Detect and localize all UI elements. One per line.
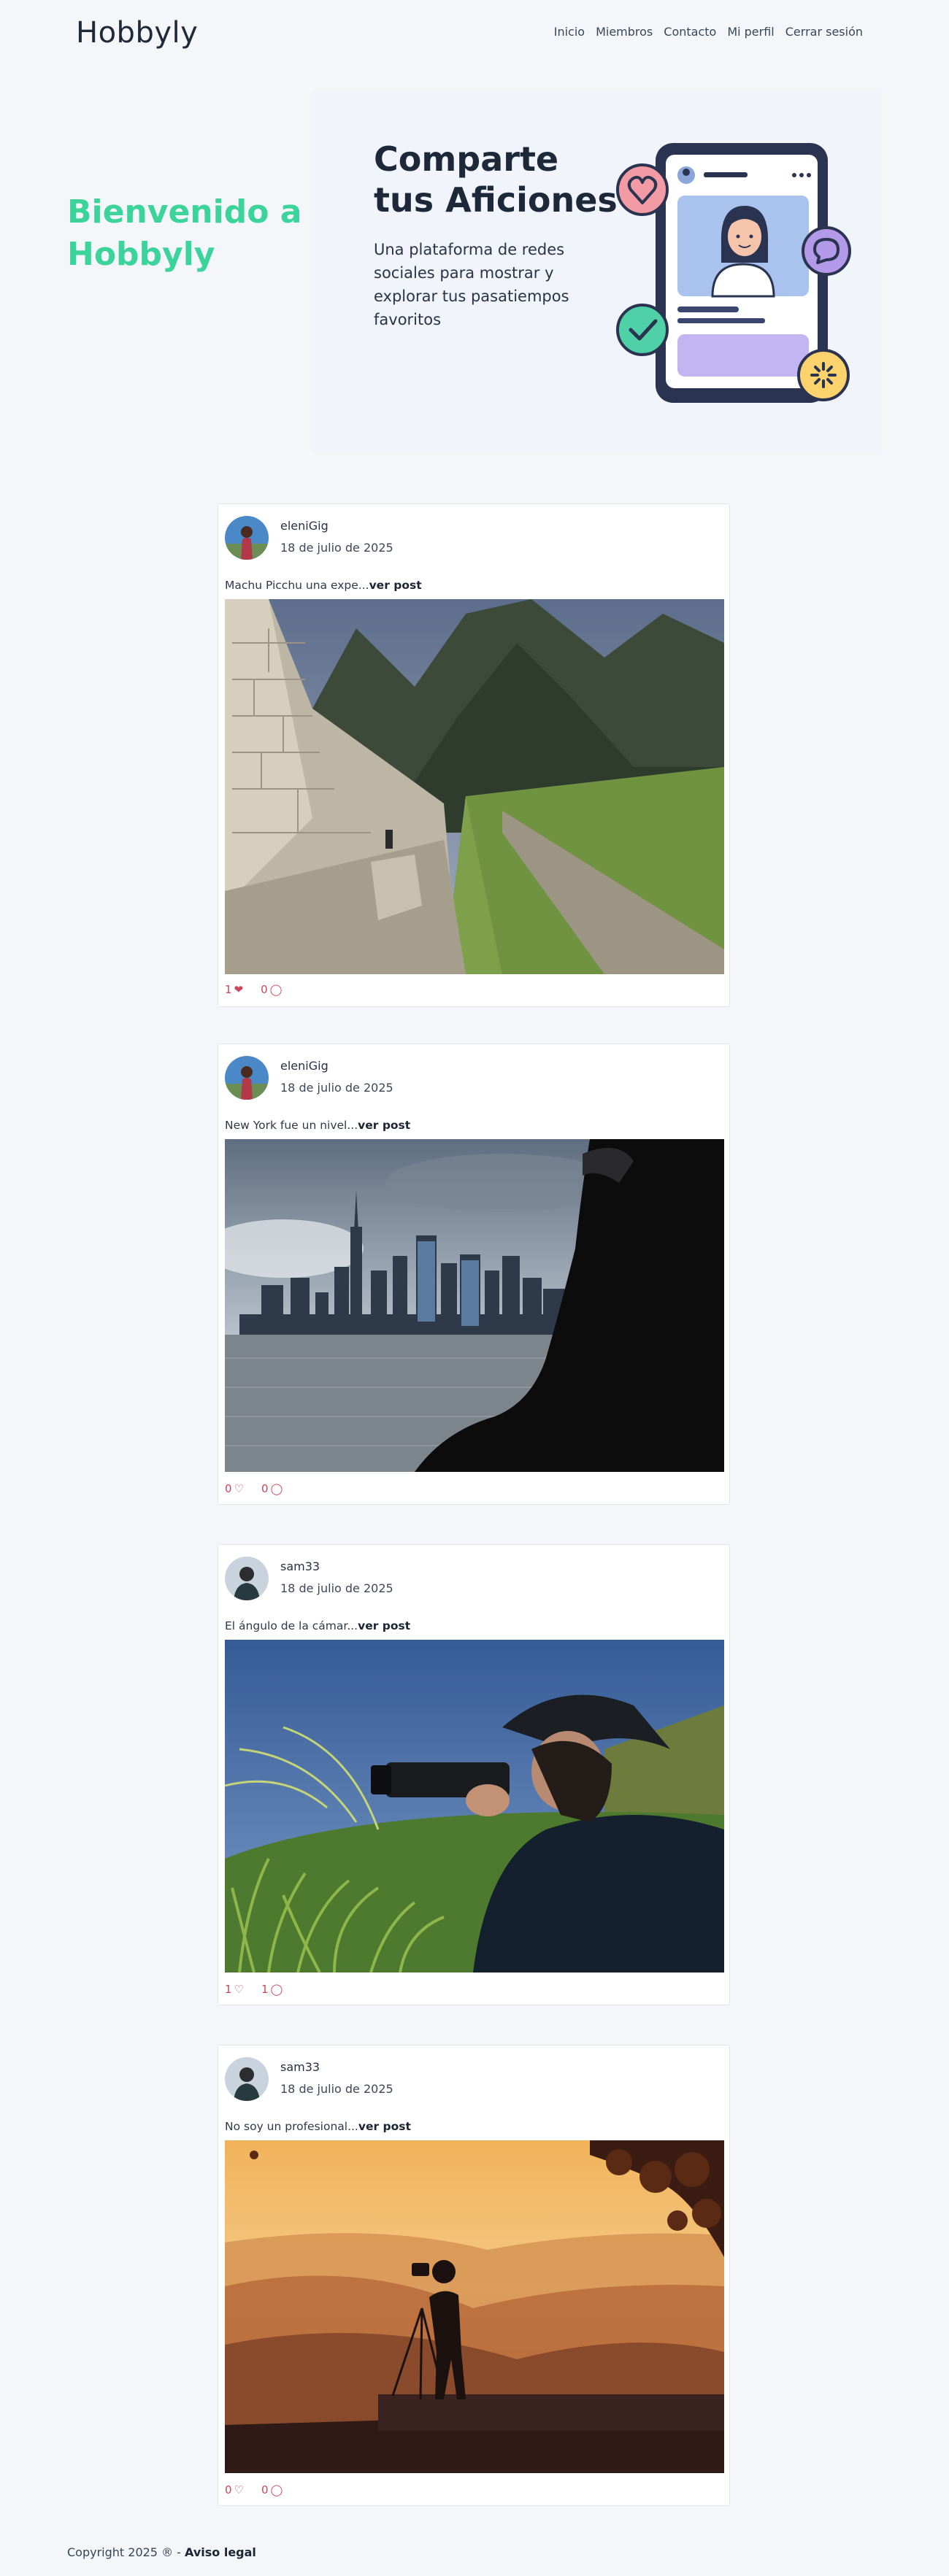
heart-outline-icon: ♡ — [234, 1983, 244, 1996]
welcome-heading: Bienvenido a Hobbyly — [67, 193, 302, 273]
post-stats: 0 ♡ 0 ◯ — [225, 2483, 283, 2496]
post-date: 18 de julio de 2025 — [280, 1081, 393, 1095]
post-stats: 1 ❤ 0 ◯ — [225, 983, 282, 996]
avatar[interactable] — [225, 516, 269, 560]
comment-icon: ◯ — [269, 983, 283, 996]
avatar[interactable] — [225, 1056, 269, 1100]
caption-text: New York fue un nivel... — [225, 1119, 358, 1132]
post-date: 18 de julio de 2025 — [280, 2082, 393, 2096]
copyright-text: Copyright 2025 ® - — [67, 2545, 185, 2559]
site-logo[interactable]: Hobbyly — [76, 16, 198, 50]
main-nav: Inicio Miembros Contacto Mi perfil Cerra… — [554, 25, 863, 39]
post-image[interactable] — [225, 1139, 724, 1472]
like-count: 0 — [225, 2483, 232, 2496]
comment-button[interactable]: 1 ◯ — [261, 1983, 283, 1996]
nav-contacto[interactable]: Contacto — [664, 25, 716, 39]
like-button[interactable]: 0 ♡ — [225, 2483, 244, 2496]
like-count: 1 — [225, 1983, 232, 1996]
top-navbar: Hobbyly Inicio Miembros Contacto Mi perf… — [0, 0, 949, 70]
view-post-link[interactable]: ver post — [358, 1119, 410, 1132]
post-image[interactable] — [225, 599, 724, 974]
heart-outline-icon: ♡ — [234, 2483, 244, 2496]
post-card: eleniGig 18 de julio de 2025 Machu Picch… — [218, 504, 730, 1007]
heart-filled-icon: ❤ — [234, 983, 244, 996]
comment-button[interactable]: 0 ◯ — [261, 983, 282, 996]
post-stats: 1 ♡ 1 ◯ — [225, 1983, 283, 1996]
legal-link[interactable]: Aviso legal — [185, 2545, 256, 2559]
post-image[interactable] — [225, 2140, 724, 2473]
like-button[interactable]: 1 ❤ — [225, 983, 243, 996]
view-post-link[interactable]: ver post — [358, 1619, 410, 1632]
post-caption: El ángulo de la cámar...ver post — [225, 1619, 410, 1632]
caption-text: Machu Picchu una expe... — [225, 579, 369, 592]
hero-title: Comparte tus Aficiones — [374, 139, 618, 220]
nav-inicio[interactable]: Inicio — [554, 25, 585, 39]
post-date: 18 de julio de 2025 — [280, 1581, 393, 1595]
comment-count: 1 — [261, 1983, 269, 1996]
post-image[interactable] — [225, 1640, 724, 1973]
post-stats: 0 ♡ 0 ◯ — [225, 1482, 283, 1495]
post-caption: New York fue un nivel...ver post — [225, 1119, 410, 1132]
nav-mi-perfil[interactable]: Mi perfil — [727, 25, 774, 39]
comment-count: 0 — [261, 1482, 269, 1495]
post-author[interactable]: sam33 — [280, 2060, 320, 2074]
comment-button[interactable]: 0 ◯ — [261, 1482, 283, 1495]
caption-text: No soy un profesional... — [225, 2120, 358, 2133]
nav-miembros[interactable]: Miembros — [596, 25, 653, 39]
comment-icon: ◯ — [270, 2483, 283, 2496]
post-card: sam33 18 de julio de 2025 El ángulo de l… — [218, 1544, 730, 2005]
post-caption: Machu Picchu una expe...ver post — [225, 579, 422, 592]
hero-subtitle: Una plataforma de redes sociales para mo… — [374, 241, 569, 328]
comment-count: 0 — [261, 2483, 269, 2496]
caption-text: El ángulo de la cámar... — [225, 1619, 358, 1632]
comment-button[interactable]: 0 ◯ — [261, 2483, 283, 2496]
comment-icon: ◯ — [270, 1482, 283, 1495]
like-button[interactable]: 0 ♡ — [225, 1482, 244, 1495]
comment-count: 0 — [261, 983, 268, 996]
site-footer: Copyright 2025 ® - Aviso legal — [67, 2545, 256, 2559]
avatar[interactable] — [225, 2057, 269, 2101]
post-caption: No soy un profesional...ver post — [225, 2120, 411, 2133]
phone-illustration — [616, 143, 851, 403]
post-date: 18 de julio de 2025 — [280, 541, 393, 555]
like-button[interactable]: 1 ♡ — [225, 1983, 244, 1996]
like-count: 1 — [225, 983, 232, 996]
heart-outline-icon: ♡ — [234, 1482, 244, 1495]
post-author[interactable]: sam33 — [280, 1559, 320, 1573]
comment-icon: ◯ — [270, 1983, 283, 1996]
post-card: sam33 18 de julio de 2025 No soy un prof… — [218, 2045, 730, 2506]
view-post-link[interactable]: ver post — [358, 2120, 411, 2133]
like-count: 0 — [225, 1482, 232, 1495]
post-author[interactable]: eleniGig — [280, 519, 328, 533]
avatar[interactable] — [225, 1557, 269, 1600]
view-post-link[interactable]: ver post — [369, 579, 422, 592]
post-card: eleniGig 18 de julio de 2025 New York fu… — [218, 1044, 730, 1505]
post-author[interactable]: eleniGig — [280, 1059, 328, 1073]
nav-cerrar-sesion[interactable]: Cerrar sesión — [785, 25, 863, 39]
